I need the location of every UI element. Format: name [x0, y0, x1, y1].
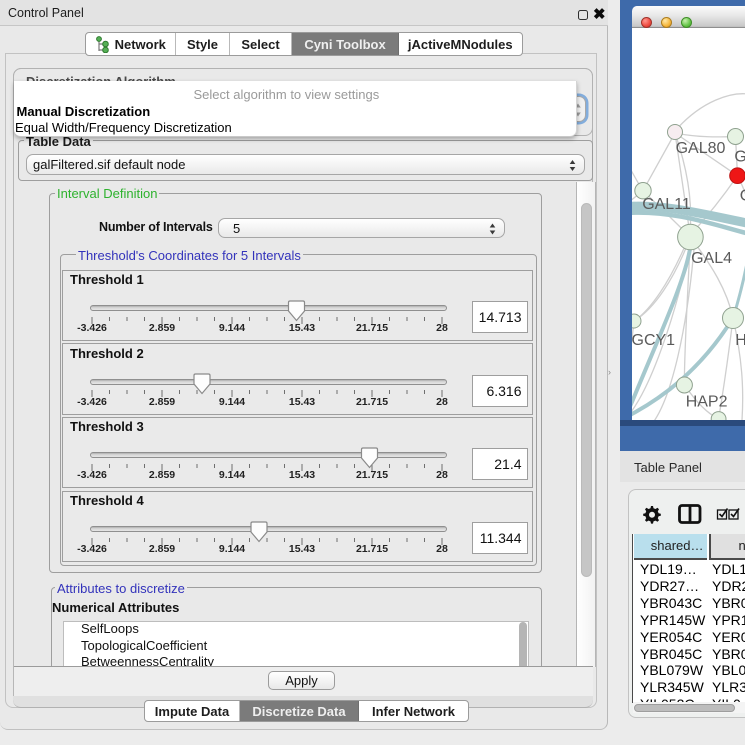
svg-text:GAL11: GAL11	[642, 196, 691, 213]
svg-text:GCY1: GCY1	[632, 332, 675, 349]
svg-text:C: C	[740, 188, 745, 205]
svg-text:GAL4: GAL4	[691, 250, 732, 267]
svg-text:HAP2: HAP2	[686, 394, 728, 411]
svg-text:G.: G.	[734, 149, 745, 166]
svg-text:GAL80: GAL80	[676, 140, 726, 157]
svg-text:H: H	[735, 332, 745, 349]
